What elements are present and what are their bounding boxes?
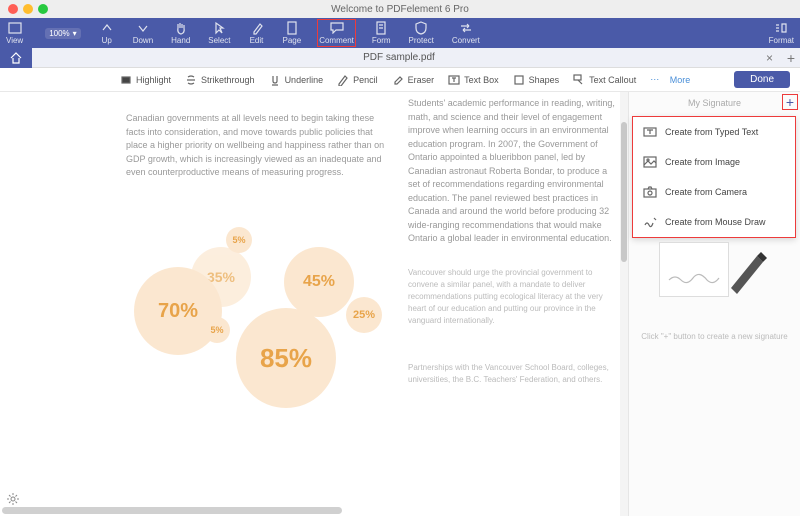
comment-toolbar: Highlight Strikethrough Underline Pencil… [0, 68, 800, 92]
main-toolbar: View 100%▾ Up Down Hand Select Edit Page… [0, 18, 800, 48]
view-button[interactable]: View [6, 21, 23, 45]
convert-button[interactable]: Convert [452, 21, 480, 45]
horizontal-scrollbar[interactable] [2, 507, 342, 514]
tab-filename[interactable]: PDF sample.pdf [32, 52, 766, 63]
textbox-tool[interactable]: Text Box [448, 74, 499, 86]
doc-paragraph: Canadian governments at all levels need … [126, 112, 386, 180]
doc-paragraph: Students' academic performance in readin… [408, 97, 618, 246]
shapes-tool[interactable]: Shapes [513, 74, 560, 86]
form-button[interactable]: Form [372, 21, 391, 45]
pencil-tool[interactable]: Pencil [337, 74, 378, 86]
text-callout-tool[interactable]: Text Callout [573, 74, 636, 86]
create-from-image[interactable]: Create from Image [633, 147, 795, 177]
eraser-tool[interactable]: Eraser [392, 74, 435, 86]
signature-preview-graphic [659, 242, 769, 312]
document-view[interactable]: Canadian governments at all levels need … [26, 92, 628, 516]
doc-paragraph: Partnerships with the Vancouver School B… [408, 362, 618, 386]
tab-bar: PDF sample.pdf × + [0, 48, 800, 68]
down-button[interactable]: Down [133, 21, 153, 45]
edit-button[interactable]: Edit [249, 21, 265, 45]
comment-button[interactable]: Comment [319, 21, 354, 45]
tab-add-button[interactable]: + [782, 50, 800, 66]
signature-panel: My Signature + Create from Typed Text Cr… [628, 92, 800, 516]
format-button[interactable]: Format [769, 21, 794, 45]
up-button[interactable]: Up [99, 21, 115, 45]
hand-button[interactable]: Hand [171, 21, 190, 45]
bubble-chart-value: 45% [284, 247, 354, 317]
settings-button[interactable] [6, 492, 20, 506]
more-tools[interactable]: ⋯ More [650, 74, 690, 85]
create-from-typed-text[interactable]: Create from Typed Text [633, 117, 795, 147]
bubble-chart-value: 5% [204, 317, 230, 343]
add-signature-button[interactable]: + [782, 94, 798, 110]
create-from-camera[interactable]: Create from Camera [633, 177, 795, 207]
tab-close-button[interactable]: × [766, 51, 782, 65]
signature-hint: Click "+" button to create a new signatu… [629, 332, 800, 341]
strikethrough-tool[interactable]: Strikethrough [185, 74, 255, 86]
home-button[interactable] [0, 48, 32, 68]
select-button[interactable]: Select [208, 21, 230, 45]
protect-button[interactable]: Protect [409, 21, 434, 45]
page-button[interactable]: Page [283, 21, 302, 45]
zoom-select[interactable]: 100%▾ [45, 28, 80, 39]
titlebar: Welcome to PDFelement 6 Pro [0, 0, 800, 18]
highlight-tool[interactable]: Highlight [120, 74, 171, 86]
bubble-chart-value: 85% [236, 308, 336, 408]
create-from-mouse-draw[interactable]: Create from Mouse Draw [633, 207, 795, 237]
signature-panel-title: My Signature [635, 98, 794, 108]
done-button[interactable]: Done [734, 71, 790, 88]
bubble-chart-value: 25% [346, 297, 382, 333]
vertical-scrollbar[interactable] [620, 92, 628, 516]
bubble-chart-value: 70% [134, 267, 222, 355]
doc-paragraph: Vancouver should urge the provincial gov… [408, 267, 618, 327]
window-title: Welcome to PDFelement 6 Pro [0, 4, 800, 15]
underline-tool[interactable]: Underline [269, 74, 324, 86]
signature-create-menu: Create from Typed Text Create from Image… [632, 116, 796, 238]
